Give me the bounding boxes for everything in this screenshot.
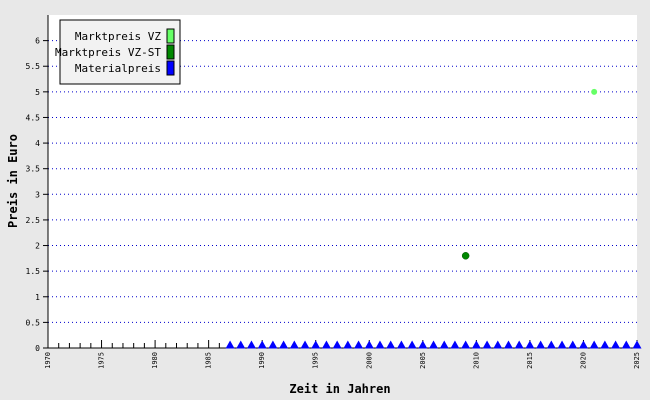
y-tick-label: 3.5 [26, 165, 41, 174]
y-tick-label: 2 [35, 242, 40, 251]
y-tick-label: 1.5 [26, 267, 41, 276]
y-tick-label: 4.5 [26, 113, 41, 122]
legend: Marktpreis VZ Marktpreis VZ-ST Materialp… [55, 19, 181, 85]
point-marktpreis-vz-st [461, 252, 470, 260]
y-tick-label: 3 [35, 190, 40, 199]
y-tick-label: 5.5 [26, 62, 41, 71]
x-tick-label: 2010 [472, 352, 480, 369]
chart: 0 0.5 1 1.5 2 2.5 3 3.5 4 4.5 5 5.5 6 1970 1975 1980 19… [0, 0, 650, 400]
y-tick-label: 2.5 [26, 216, 41, 225]
chart-svg: 0 0.5 1 1.5 2 2.5 3 3.5 4 4.5 5 5.5 6 1970 1975 1980 19… [0, 0, 650, 400]
x-tick-label: 1970 [44, 352, 52, 369]
x-tick-label: 1980 [151, 352, 159, 369]
x-tick-label: 1995 [312, 352, 320, 369]
x-tick-label: 2015 [526, 352, 534, 369]
y-tick-label: 0 [35, 344, 40, 353]
x-tick-label: 2025 [633, 352, 641, 369]
x-tick-label: 2005 [419, 352, 427, 369]
legend-swatch-marktpreis-vz [166, 28, 175, 44]
x-tick-label: 2000 [365, 352, 373, 369]
x-axis-title: Zeit in Jahren [289, 382, 390, 396]
x-tick-label: 1990 [258, 352, 266, 369]
x-tick-label: 1975 [98, 352, 106, 369]
legend-swatch-materialpreis [166, 60, 175, 76]
y-tick-label: 5 [35, 88, 40, 97]
y-tick-label: 6 [35, 37, 40, 46]
point-marktpreis-vz [591, 88, 598, 95]
y-axis-title: Preis in Euro [6, 134, 20, 228]
legend-label-marktpreis-vz: Marktpreis VZ [75, 30, 161, 43]
y-tick-label: 0.5 [26, 318, 41, 327]
legend-swatch-marktpreis-vz-st [166, 44, 175, 60]
legend-label-marktpreis-vz-st: Marktpreis VZ-ST [55, 46, 161, 59]
y-tick-label: 1 [35, 293, 40, 302]
y-tick-label: 4 [35, 139, 40, 148]
legend-label-materialpreis: Materialpreis [75, 62, 161, 75]
x-tick-label: 1985 [205, 352, 213, 369]
x-tick-label: 2020 [579, 352, 587, 369]
